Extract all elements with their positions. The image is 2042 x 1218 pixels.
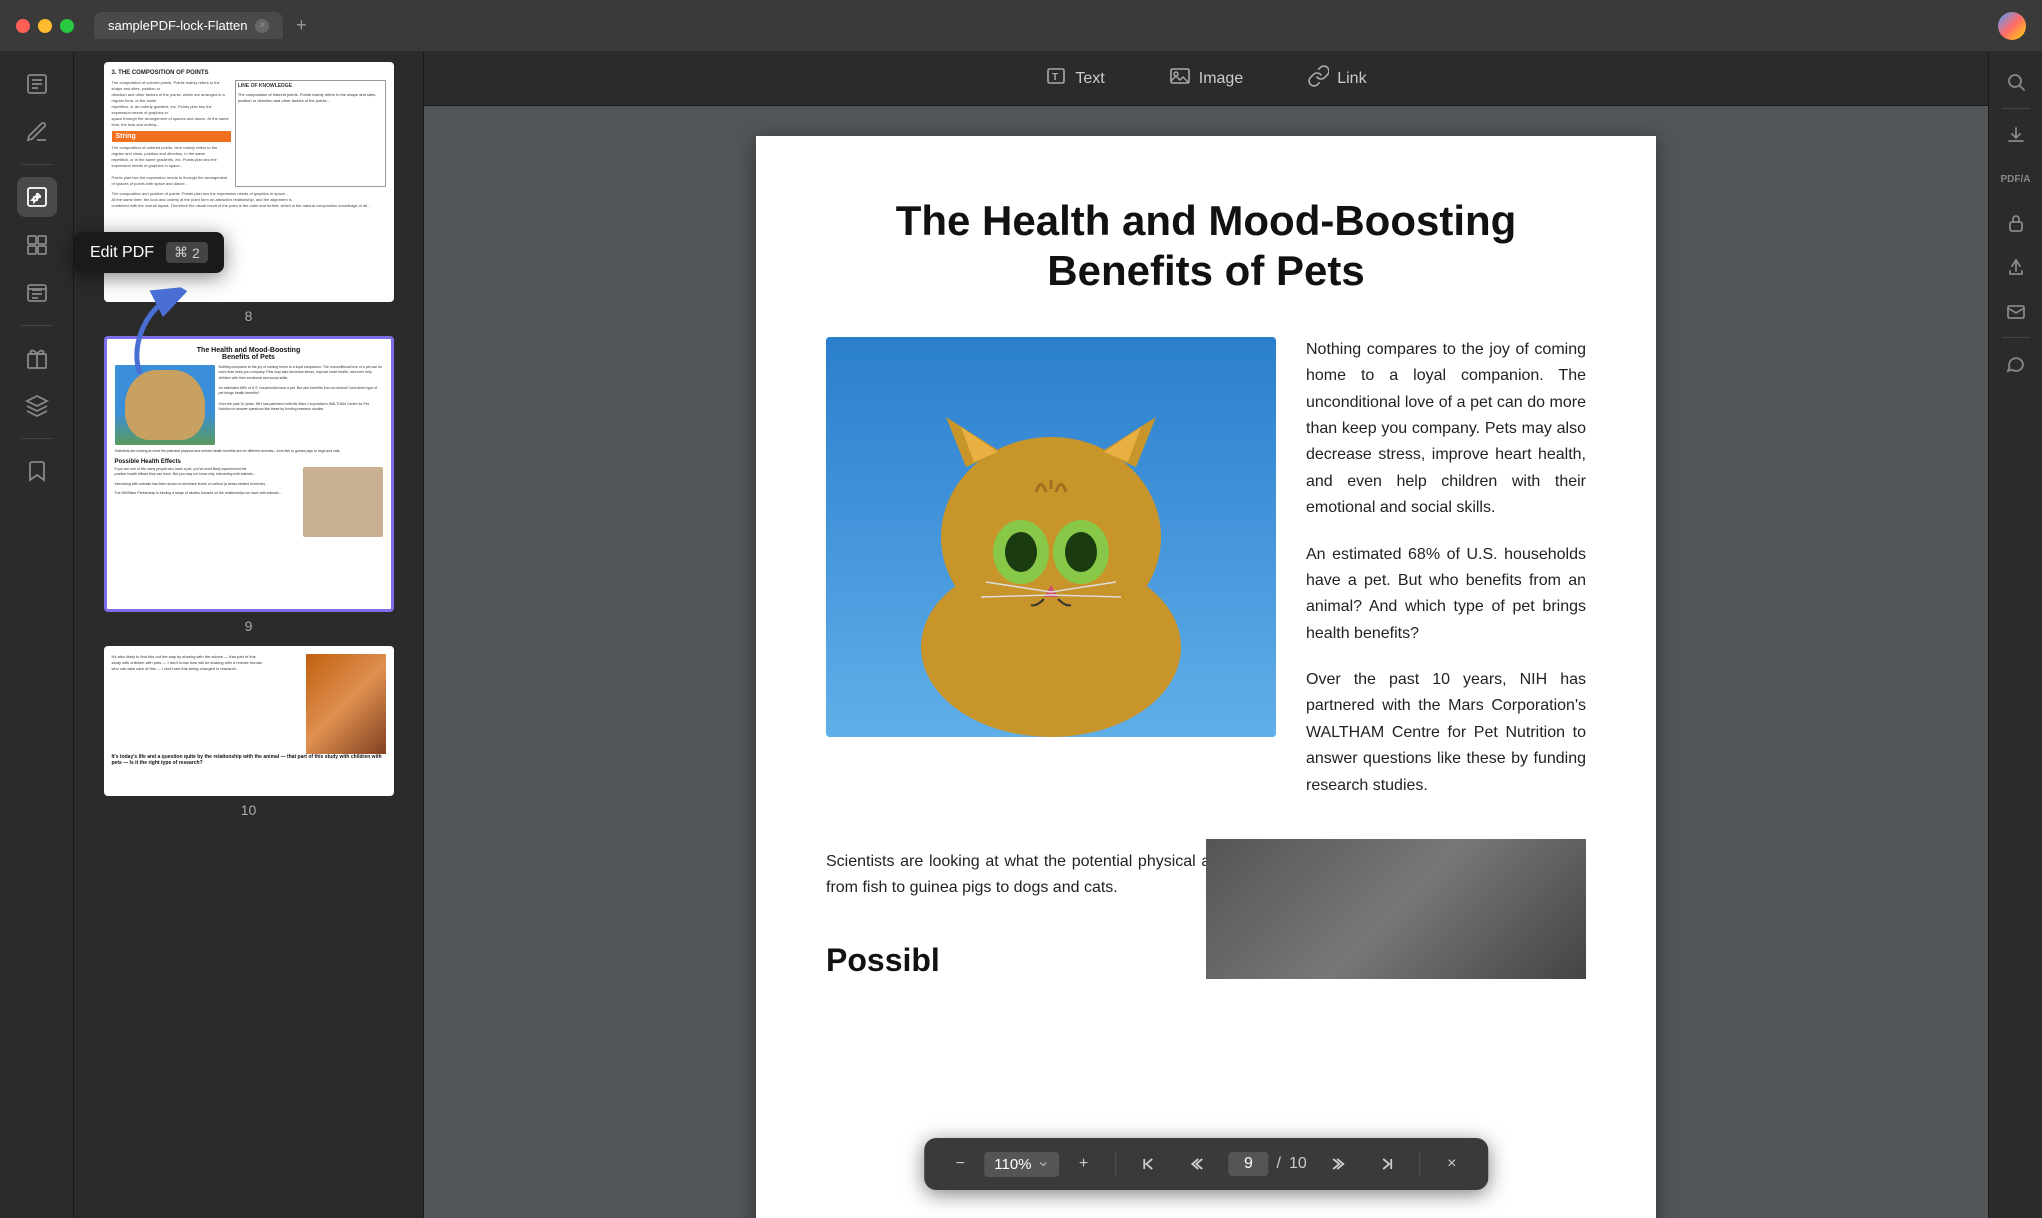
image-tool-icon bbox=[1169, 65, 1191, 92]
sidebar-item-gift[interactable] bbox=[17, 338, 57, 378]
sidebar-item-reader[interactable] bbox=[17, 64, 57, 104]
pdf-content-area: Nothing compares to the joy of coming ho… bbox=[826, 337, 1586, 819]
image-tool-button[interactable]: Image bbox=[1157, 59, 1255, 98]
left-sidebar bbox=[0, 52, 74, 1218]
new-tab-button[interactable]: + bbox=[287, 12, 315, 40]
text-tool-label: Text bbox=[1075, 70, 1104, 88]
thumb9-content: The Health and Mood-BoostingBenefits of … bbox=[107, 339, 391, 609]
thumbnail-img-10[interactable]: It's also likely to find this out the wa… bbox=[104, 646, 394, 796]
thumbnail-img-8[interactable]: 3. THE COMPOSITION OF POINTS The composi… bbox=[104, 62, 394, 302]
fullscreen-button[interactable] bbox=[60, 19, 74, 33]
minimize-button[interactable] bbox=[38, 19, 52, 33]
close-nav-button[interactable]: × bbox=[1436, 1148, 1468, 1180]
sidebar-item-organize[interactable] bbox=[17, 225, 57, 265]
pdf-section-row: Possibl bbox=[826, 922, 1586, 979]
pdf-paragraph-1: Nothing compares to the joy of coming ho… bbox=[1306, 337, 1586, 522]
link-tool-label: Link bbox=[1337, 70, 1366, 88]
pdf-viewer[interactable]: The Health and Mood-BoostingBenefits of … bbox=[424, 106, 1988, 1218]
download-icon[interactable] bbox=[1998, 117, 2034, 153]
right-sidebar: PDF/A bbox=[1988, 52, 2042, 1218]
email-icon[interactable] bbox=[1998, 293, 2034, 329]
tab-area: samplePDF-lock-Flatten × + bbox=[94, 12, 315, 40]
sidebar-divider-3 bbox=[21, 438, 53, 439]
page-last-button[interactable] bbox=[1371, 1148, 1403, 1180]
page-current-input[interactable] bbox=[1229, 1152, 1269, 1176]
pdf-cat-image bbox=[826, 337, 1276, 737]
right-divider-2 bbox=[2002, 337, 2030, 338]
sidebar-item-edit-pdf[interactable] bbox=[17, 177, 57, 217]
svg-text:T: T bbox=[1052, 72, 1058, 83]
thumbnail-page-8[interactable]: 3. THE COMPOSITION OF POINTS The composi… bbox=[84, 62, 413, 324]
page-separator: / bbox=[1277, 1155, 1281, 1173]
zoom-group: − 110% + bbox=[944, 1148, 1099, 1180]
right-divider-1 bbox=[2002, 108, 2030, 109]
traffic-lights bbox=[16, 19, 74, 33]
zoom-out-button[interactable]: − bbox=[944, 1148, 976, 1180]
chat-icon[interactable] bbox=[1998, 346, 2034, 382]
text-tool-icon: T bbox=[1045, 65, 1067, 92]
nav-divider-2 bbox=[1419, 1152, 1420, 1176]
sidebar-item-annotate[interactable] bbox=[17, 112, 57, 152]
thumb10-content: It's also likely to find this out the wa… bbox=[104, 646, 394, 796]
search-icon[interactable] bbox=[1998, 64, 2034, 100]
zoom-in-button[interactable]: + bbox=[1068, 1148, 1100, 1180]
page-next-group-button[interactable] bbox=[1323, 1148, 1355, 1180]
close-button[interactable] bbox=[16, 19, 30, 33]
pdf-text-col: Nothing compares to the joy of coming ho… bbox=[1306, 337, 1586, 819]
page-total: 10 bbox=[1289, 1155, 1307, 1173]
titlebar: samplePDF-lock-Flatten × + bbox=[0, 0, 2042, 52]
thumbnail-number-8: 8 bbox=[245, 308, 253, 324]
active-tab[interactable]: samplePDF-lock-Flatten × bbox=[94, 12, 283, 39]
page-prev-group-button[interactable] bbox=[1181, 1148, 1213, 1180]
thumbnail-number-10: 10 bbox=[241, 802, 257, 818]
profile-area bbox=[1998, 12, 2026, 40]
link-tool-icon bbox=[1307, 65, 1329, 92]
nav-divider-1 bbox=[1116, 1152, 1117, 1176]
pdf-paragraph-2: An estimated 68% of U.S. households have… bbox=[1306, 542, 1586, 648]
share-icon[interactable] bbox=[1998, 249, 2034, 285]
lock-icon[interactable] bbox=[1998, 205, 2034, 241]
sidebar-item-bookmark[interactable] bbox=[17, 451, 57, 491]
pdf-bottom-image bbox=[1206, 839, 1586, 979]
zoom-display[interactable]: 110% bbox=[984, 1152, 1059, 1177]
tab-title: samplePDF-lock-Flatten bbox=[108, 18, 247, 33]
content-wrapper: T Text Image bbox=[424, 52, 1988, 1218]
tab-close-button[interactable]: × bbox=[255, 19, 269, 33]
pdf-page-title: The Health and Mood-BoostingBenefits of … bbox=[826, 196, 1586, 297]
pdf-page: The Health and Mood-BoostingBenefits of … bbox=[756, 136, 1656, 1218]
image-tool-label: Image bbox=[1199, 70, 1243, 88]
thumbnail-number-9: 9 bbox=[245, 618, 253, 634]
thumbnail-img-9[interactable]: The Health and Mood-BoostingBenefits of … bbox=[104, 336, 394, 612]
thumbnail-panel[interactable]: 3. THE COMPOSITION OF POINTS The composi… bbox=[74, 52, 424, 1218]
link-tool-button[interactable]: Link bbox=[1295, 59, 1378, 98]
text-tool-button[interactable]: T Text bbox=[1033, 59, 1116, 98]
bottom-nav: − 110% + bbox=[924, 1138, 1488, 1190]
profile-icon[interactable] bbox=[1998, 12, 2026, 40]
pdf-paragraph-3: Over the past 10 years, NIH has partnere… bbox=[1306, 667, 1586, 799]
sidebar-item-layers[interactable] bbox=[17, 386, 57, 426]
zoom-value: 110% bbox=[994, 1156, 1031, 1173]
content-toolbar: T Text Image bbox=[424, 52, 1988, 106]
sidebar-divider-1 bbox=[21, 164, 53, 165]
thumb8-content: 3. THE COMPOSITION OF POINTS The composi… bbox=[104, 62, 394, 302]
thumbnail-page-9[interactable]: The Health and Mood-BoostingBenefits of … bbox=[84, 336, 413, 634]
pdf-a-icon[interactable]: PDF/A bbox=[1998, 161, 2034, 197]
page-first-button[interactable] bbox=[1133, 1148, 1165, 1180]
thumbnail-page-10[interactable]: It's also likely to find this out the wa… bbox=[84, 646, 413, 818]
sidebar-divider-2 bbox=[21, 325, 53, 326]
page-input-group: / 10 bbox=[1229, 1152, 1307, 1176]
sidebar-item-forms[interactable] bbox=[17, 273, 57, 313]
main-layout: Edit PDF ⌘2 3. THE COMPOSITION OF PO bbox=[0, 52, 2042, 1218]
pdf-section-title: Possibl bbox=[826, 942, 940, 979]
